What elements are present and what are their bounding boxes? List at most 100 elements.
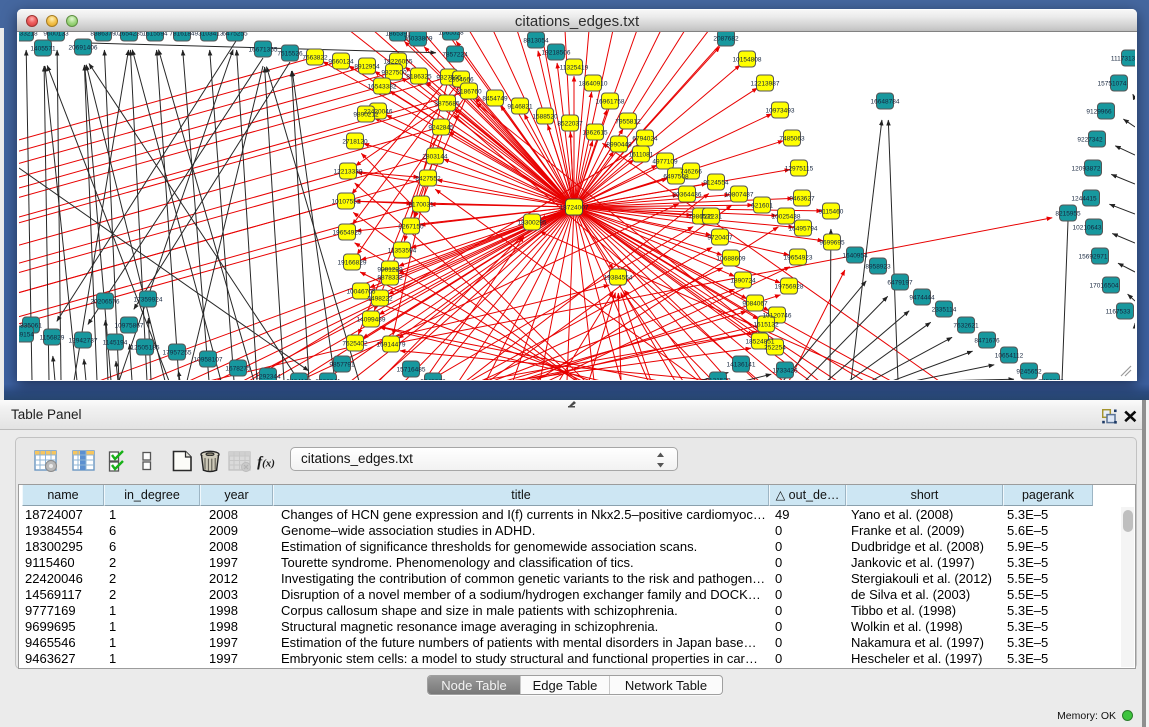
- svg-text:10025438: 10025438: [772, 214, 801, 221]
- svg-text:1611081: 1611081: [629, 152, 654, 159]
- svg-text:10154808: 10154808: [733, 57, 762, 64]
- svg-text:11325419: 11325419: [560, 65, 589, 72]
- svg-text:1145194: 1145194: [103, 340, 128, 347]
- svg-text:20691406: 20691406: [69, 45, 98, 52]
- svg-text:16914479: 16914479: [377, 342, 406, 349]
- svg-text:9124554: 9124554: [703, 180, 729, 187]
- svg-text:3875685: 3875685: [434, 101, 460, 108]
- svg-text:10107552: 10107552: [332, 199, 361, 206]
- svg-text:12942737: 12942737: [69, 338, 98, 345]
- svg-text:2223341: 2223341: [315, 379, 341, 380]
- svg-text:8958923: 8958923: [865, 264, 891, 271]
- svg-text:1588520: 1588520: [532, 114, 558, 121]
- svg-text:2718120: 2718120: [342, 139, 368, 146]
- svg-text:1156829: 1156829: [40, 335, 65, 342]
- svg-text:9245073: 9245073: [420, 379, 446, 380]
- svg-text:3498222: 3498222: [367, 296, 393, 303]
- svg-text:8386379: 8386379: [90, 32, 116, 38]
- svg-text:10807487: 10807487: [725, 192, 754, 199]
- svg-text:252254: 252254: [764, 345, 786, 352]
- svg-text:16495794: 16495794: [789, 226, 818, 233]
- svg-text:2803144: 2803144: [422, 154, 448, 161]
- svg-text:02654235: 02654235: [115, 32, 144, 38]
- svg-text:621601: 621601: [751, 203, 773, 210]
- svg-text:18640910: 18640910: [579, 81, 608, 88]
- svg-text:1890724: 1890724: [730, 278, 756, 285]
- svg-text:8912954: 8912954: [354, 64, 380, 71]
- svg-text:9242845: 9242845: [428, 125, 454, 132]
- svg-text:9227342: 9227342: [1077, 137, 1103, 144]
- svg-text:8878332: 8878332: [377, 275, 403, 282]
- svg-text:19654925: 19654925: [333, 230, 362, 237]
- svg-text:16671355: 16671355: [249, 47, 278, 54]
- svg-text:14099489: 14099489: [357, 317, 386, 324]
- svg-text:8813054: 8813054: [523, 38, 549, 45]
- svg-text:9699695: 9699695: [819, 240, 845, 247]
- svg-text:16033809: 16033809: [404, 36, 433, 43]
- svg-text:15716485: 15716485: [397, 367, 426, 374]
- svg-text:1615132: 1615132: [753, 322, 779, 329]
- svg-text:7955812: 7955812: [615, 119, 641, 126]
- svg-text:1117313: 1117313: [1111, 56, 1135, 63]
- svg-text:8454749: 8454749: [482, 96, 508, 103]
- svg-text:7625402: 7625402: [342, 341, 368, 348]
- svg-text:9084067: 9084067: [742, 301, 768, 308]
- svg-text:10120746: 10120746: [763, 313, 792, 320]
- svg-text:19384554: 19384554: [604, 275, 633, 282]
- svg-text:2954666: 2954666: [448, 77, 474, 84]
- svg-text:1167533: 1167533: [1106, 309, 1131, 316]
- svg-text:1615594: 1615594: [142, 32, 168, 38]
- svg-text:7816184: 7816184: [169, 32, 195, 38]
- svg-text:19218506: 19218506: [542, 50, 571, 57]
- svg-text:18226055: 18226055: [384, 59, 413, 66]
- svg-text:8170031: 8170031: [408, 202, 434, 209]
- svg-text:15751074: 15751074: [1098, 81, 1127, 88]
- svg-text:9600133: 9600133: [43, 32, 69, 38]
- svg-text:1292344: 1292344: [255, 374, 281, 380]
- svg-text:722231: 722231: [700, 214, 722, 221]
- svg-text:1733426: 1733426: [772, 368, 798, 375]
- svg-text:9129966: 9129966: [1086, 109, 1112, 116]
- svg-text:9463627: 9463627: [789, 196, 815, 203]
- svg-text:1405571: 1405571: [30, 46, 56, 53]
- svg-text:9660124: 9660124: [328, 59, 354, 66]
- svg-text:10688609: 10688609: [717, 256, 746, 263]
- svg-text:20206576: 20206576: [91, 299, 120, 306]
- svg-text:9464133: 9464133: [286, 379, 312, 380]
- svg-text:9857791: 9857791: [329, 362, 355, 369]
- svg-text:f(x): f(x): [257, 455, 275, 471]
- svg-text:12093872: 12093872: [1072, 166, 1101, 173]
- svg-text:10958107: 10958107: [194, 357, 223, 364]
- svg-text:6475255: 6475255: [222, 32, 248, 38]
- svg-text:10975867: 10975867: [115, 323, 144, 330]
- svg-text:12975115: 12975115: [785, 166, 814, 173]
- svg-text:1362615: 1362615: [582, 130, 608, 137]
- svg-text:0433218: 0433218: [19, 32, 38, 38]
- svg-text:8267150: 8267150: [398, 224, 424, 231]
- svg-text:16961758: 16961758: [596, 99, 625, 106]
- svg-text:7515526: 7515526: [277, 51, 303, 58]
- svg-text:8186325: 8186325: [406, 74, 432, 81]
- svg-text:8131522: 8131522: [705, 378, 731, 380]
- svg-text:8215955: 8215955: [1055, 211, 1081, 218]
- svg-text:17359924: 17359924: [134, 297, 163, 304]
- svg-text:8471676: 8471676: [974, 338, 1000, 345]
- svg-text:19654923: 19654923: [784, 255, 813, 262]
- svg-text:7485063: 7485063: [779, 136, 805, 143]
- svg-text:9327500: 9327500: [381, 70, 407, 77]
- svg-text:1065528: 1065528: [438, 32, 464, 37]
- svg-text:16543382: 16543382: [368, 84, 397, 91]
- svg-text:10046705: 10046705: [347, 289, 376, 296]
- svg-text:746266: 746266: [680, 169, 702, 176]
- svg-text:7453228: 7453228: [1038, 379, 1064, 380]
- svg-text:9890212: 9890212: [353, 112, 379, 119]
- svg-text:15692971: 15692971: [1079, 254, 1108, 261]
- svg-text:12213987: 12213987: [751, 81, 780, 88]
- svg-text:17957255: 17957255: [163, 350, 192, 357]
- svg-text:7663822: 7663822: [302, 55, 328, 62]
- svg-text:6479197: 6479197: [887, 280, 913, 287]
- svg-text:1678275: 1678275: [225, 366, 251, 373]
- svg-text:6794024: 6794024: [632, 136, 658, 143]
- svg-text:10654112: 10654112: [995, 353, 1024, 360]
- svg-text:39154: 39154: [19, 332, 34, 339]
